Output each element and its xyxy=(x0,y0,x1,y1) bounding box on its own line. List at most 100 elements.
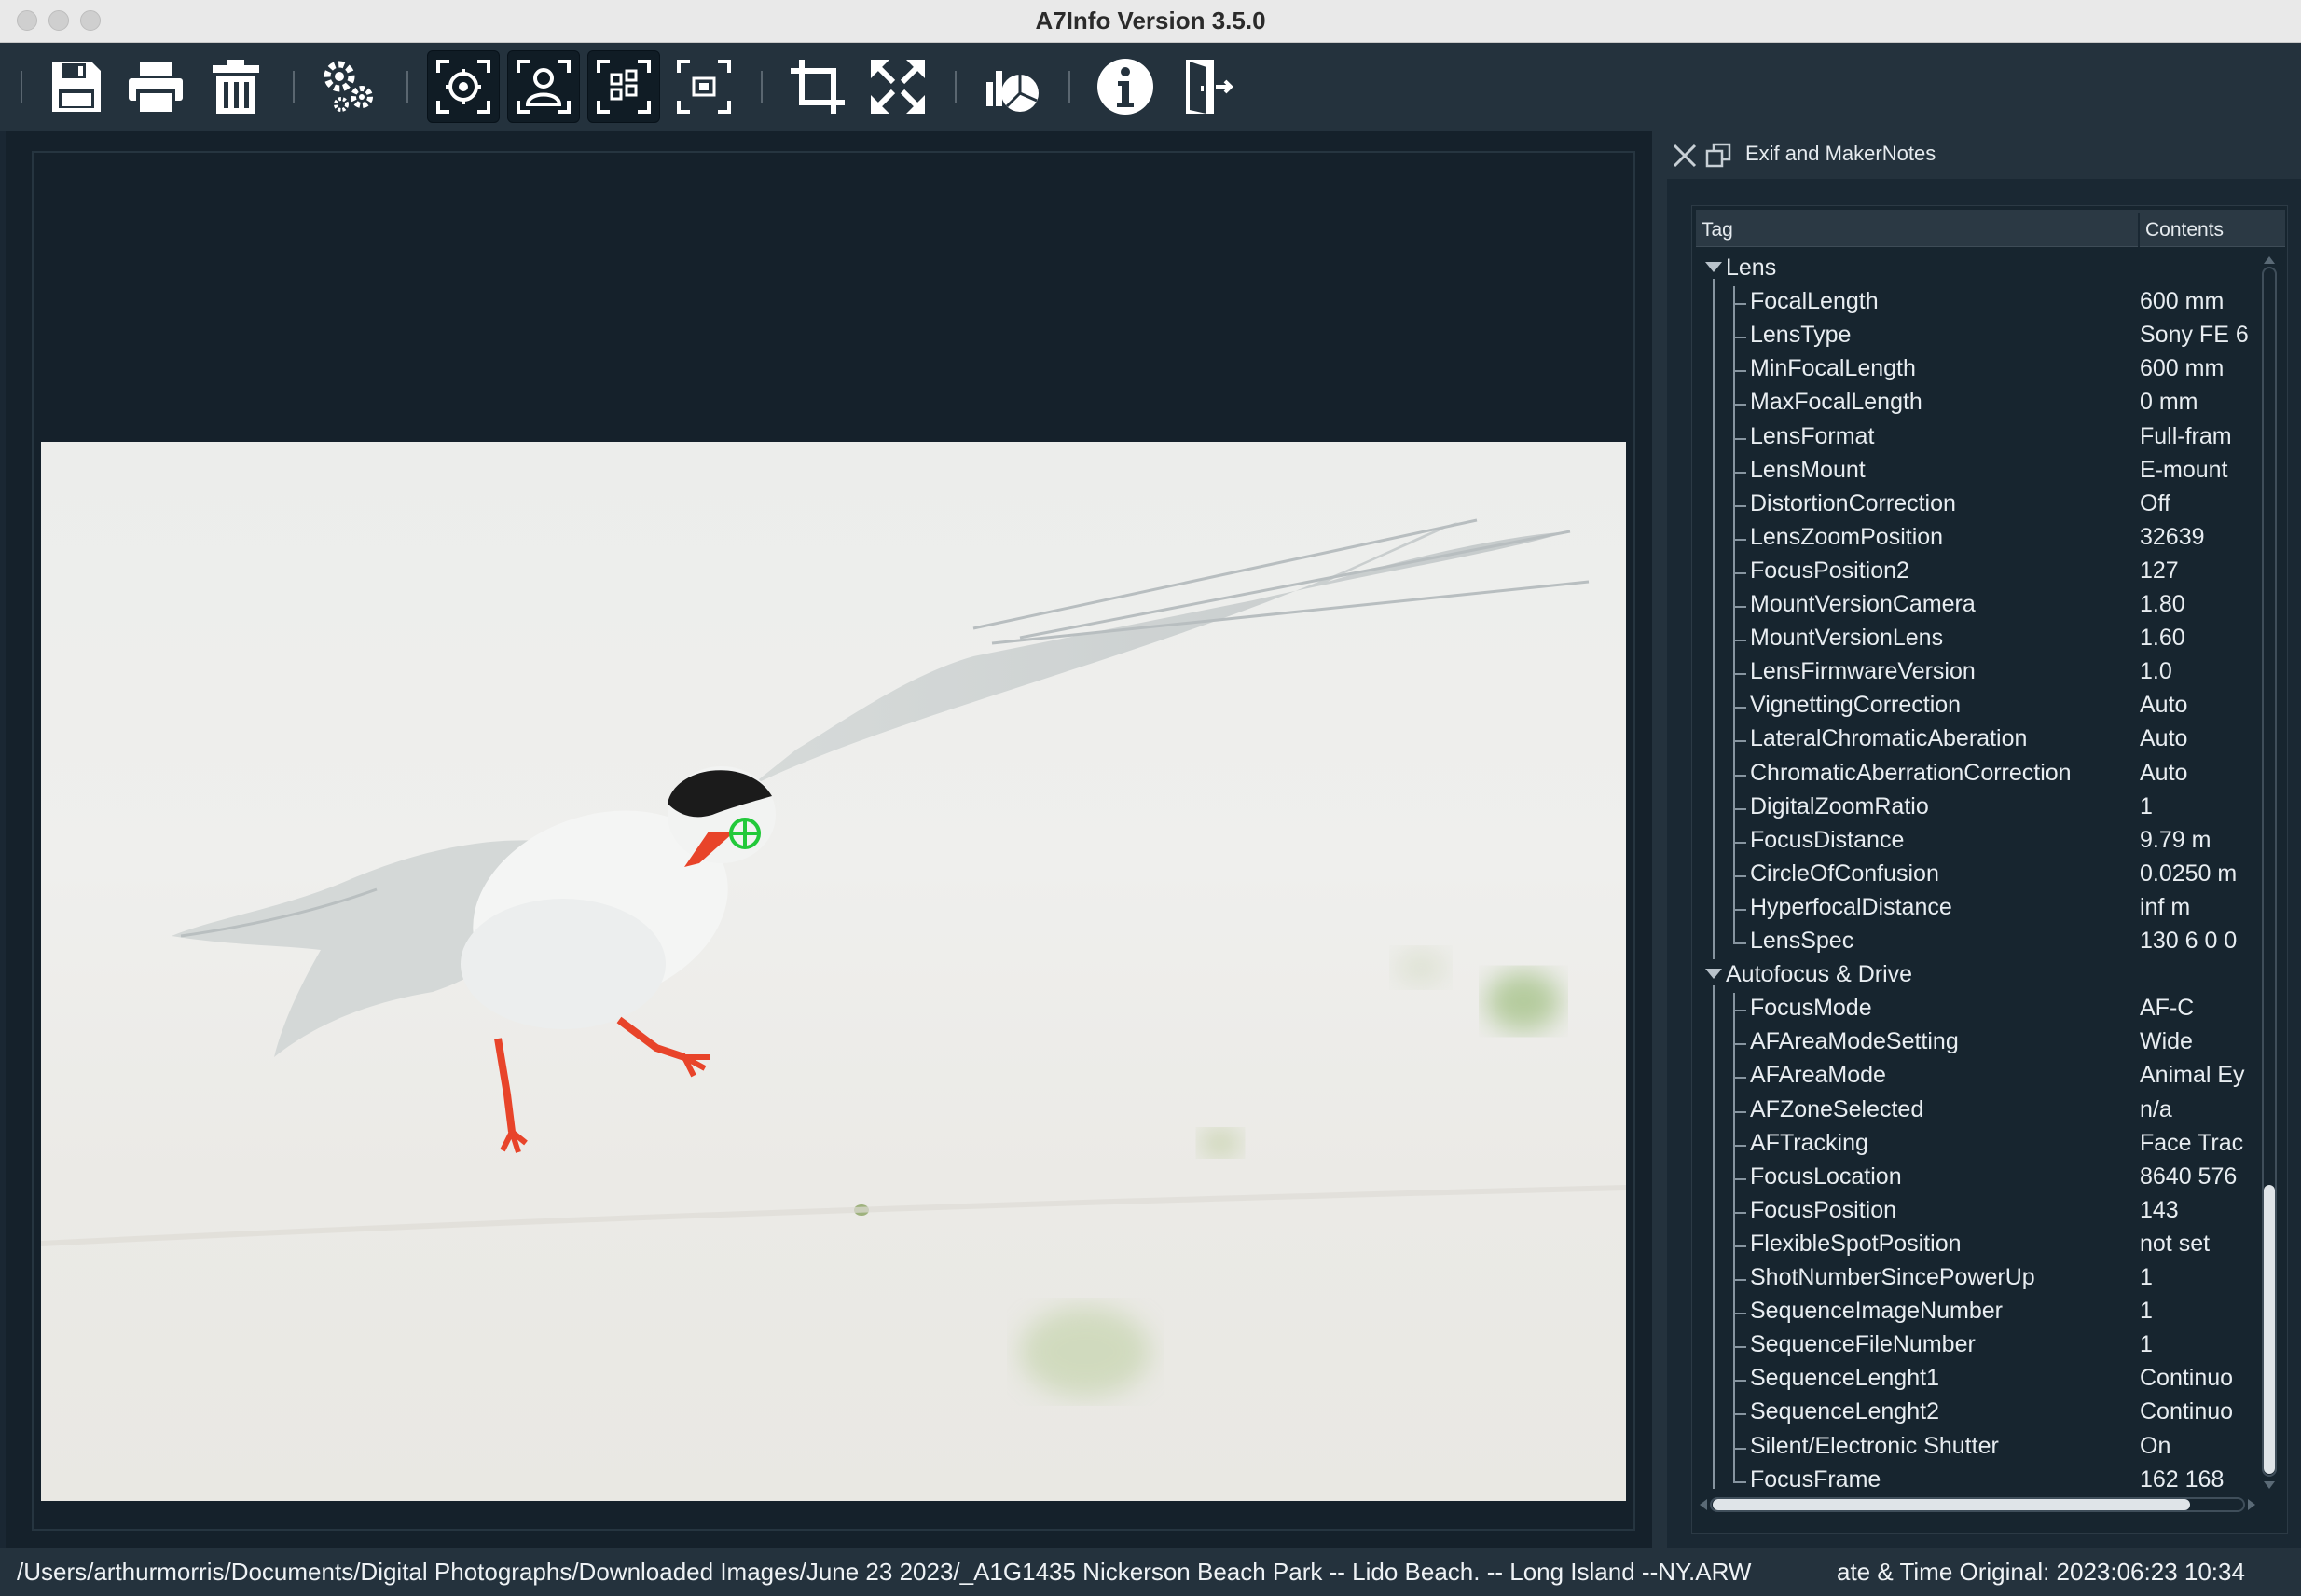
tree-row[interactable]: MinFocalLength 600 mm xyxy=(1692,353,2252,387)
face-detect-button[interactable] xyxy=(507,50,580,123)
tree-branch-line xyxy=(1733,1346,1746,1349)
tree-row[interactable]: LensType Sony FE 6 xyxy=(1692,320,2252,353)
tag-value: Auto xyxy=(2140,725,2188,752)
tree-row[interactable]: FocusPosition 143 xyxy=(1692,1195,2252,1229)
tree-row[interactable]: ChromaticAberrationCorrection Auto xyxy=(1692,758,2252,791)
af-frame-button[interactable] xyxy=(668,50,740,123)
panel-splitter[interactable] xyxy=(1652,131,1667,1548)
tag-value: n/a xyxy=(2140,1095,2172,1122)
tree-row[interactable]: FocusLocation 8640 576 xyxy=(1692,1162,2252,1195)
tree-branch-line xyxy=(1733,370,1746,373)
settings-button[interactable] xyxy=(313,50,386,123)
exit-door-icon xyxy=(1186,60,1233,114)
column-tag-header[interactable]: Tag xyxy=(1702,219,1733,241)
tree-row[interactable]: CircleOfConfusion 0.0250 m xyxy=(1692,859,2252,892)
tree-group-lens[interactable]: Lens xyxy=(1692,253,2252,286)
printer-icon xyxy=(129,62,183,116)
tree-row[interactable]: HyperfocalDistance inf m xyxy=(1692,892,2252,926)
tree-branch-line xyxy=(1733,1480,1746,1483)
tree-row[interactable]: LensSpec 130 6 0 0 xyxy=(1692,926,2252,959)
tree-branch-line xyxy=(1733,1279,1746,1281)
floppy-disk-icon xyxy=(52,62,101,112)
tag-value: Full-fram xyxy=(2140,422,2232,449)
tag-value: 1 xyxy=(2140,1264,2153,1290)
tag-name: LensMount xyxy=(1750,456,1866,483)
photo-canvas[interactable] xyxy=(41,442,1626,1501)
tag-name: FocalLength xyxy=(1750,288,1879,315)
tree-row[interactable]: AFAreaMode Animal Ey xyxy=(1692,1060,2252,1094)
column-contents-header[interactable]: Contents xyxy=(2145,219,2224,241)
tree-row[interactable]: FocalLength 600 mm xyxy=(1692,286,2252,320)
tree-branch-line xyxy=(1733,404,1746,406)
tree-row[interactable]: SequenceLenght1 Continuo xyxy=(1692,1363,2252,1396)
tree-row[interactable]: AFAreaModeSetting Wide xyxy=(1692,1026,2252,1060)
af-area-button[interactable] xyxy=(587,50,660,123)
tree-row[interactable]: DigitalZoomRatio 1 xyxy=(1692,791,2252,825)
close-icon[interactable] xyxy=(1671,142,1699,170)
column-separator[interactable] xyxy=(2138,213,2140,247)
vertical-scrollbar[interactable] xyxy=(2259,253,2280,1493)
tag-name: Silent/Electronic Shutter xyxy=(1750,1432,1999,1459)
fullscreen-button[interactable] xyxy=(861,50,934,123)
tag-value: 1 xyxy=(2140,1298,2153,1325)
tag-name: MountVersionLens xyxy=(1750,625,1944,652)
tree-branch-line xyxy=(1733,774,1746,777)
tree-row[interactable]: LensMount E-mount xyxy=(1692,455,2252,488)
tree-row[interactable]: FocusFrame 162 168 xyxy=(1692,1465,2252,1489)
tree-row[interactable]: SequenceImageNumber 1 xyxy=(1692,1296,2252,1329)
focus-point-button[interactable] xyxy=(427,50,500,123)
tree-row[interactable]: MountVersionLens 1.60 xyxy=(1692,623,2252,656)
tree-branch-line xyxy=(1733,1110,1746,1113)
face-frame-icon xyxy=(517,60,571,114)
tag-name: VignettingCorrection xyxy=(1750,692,1962,719)
expand-caret-icon[interactable] xyxy=(1705,969,1722,980)
tag-value: 9.79 m xyxy=(2140,826,2211,853)
tree-row[interactable]: FocusDistance 9.79 m xyxy=(1692,825,2252,859)
tree-row[interactable]: FocusPosition2 127 xyxy=(1692,556,2252,589)
tree-row[interactable]: AFZoneSelected n/a xyxy=(1692,1094,2252,1128)
tree-row[interactable]: Silent/Electronic Shutter On xyxy=(1692,1431,2252,1465)
tree-row[interactable]: VignettingCorrection Auto xyxy=(1692,690,2252,723)
tree-row[interactable]: ShotNumberSincePowerUp 1 xyxy=(1692,1262,2252,1296)
tree-row[interactable]: MaxFocalLength 0 mm xyxy=(1692,387,2252,420)
horizontal-scrollbar[interactable] xyxy=(1696,1494,2259,1515)
tree-branch-line xyxy=(1733,807,1746,810)
exif-tree[interactable]: Tag Contents Lens FocalLength 600 mm LensTy… xyxy=(1691,205,2288,1534)
title-bar: A7Info Version 3.5.0 xyxy=(0,0,2301,43)
tag-value: 1.60 xyxy=(2140,625,2185,652)
tree-row[interactable]: SequenceLenght2 Continuo xyxy=(1692,1396,2252,1430)
image-viewer[interactable] xyxy=(6,131,1652,1548)
gears-icon xyxy=(324,61,373,112)
panel-header: Exif and MakerNotes xyxy=(1667,131,2301,179)
tree-column-header: Tag Contents xyxy=(1696,210,2285,247)
statistics-button[interactable] xyxy=(975,50,1048,123)
tree-group-autofocus-drive[interactable]: Autofocus & Drive xyxy=(1692,959,2252,993)
tree-row[interactable]: LateralChromaticAberation Auto xyxy=(1692,723,2252,757)
print-button[interactable] xyxy=(119,50,192,123)
exit-button[interactable] xyxy=(1169,50,1242,123)
tree-guide-line xyxy=(1713,985,1715,1489)
delete-button[interactable] xyxy=(200,50,272,123)
tree-row[interactable]: DistortionCorrection Off xyxy=(1692,488,2252,522)
tree-row[interactable]: SequenceFileNumber 1 xyxy=(1692,1329,2252,1363)
expand-caret-icon[interactable] xyxy=(1705,262,1722,272)
file-path: /Users/arthurmorris/Documents/Digital Ph… xyxy=(17,1558,1752,1586)
tree-row[interactable]: MountVersionCamera 1.80 xyxy=(1692,589,2252,623)
save-button[interactable] xyxy=(39,50,112,123)
bird-photo xyxy=(41,518,1626,1396)
tree-row[interactable]: LensZoomPosition 32639 xyxy=(1692,522,2252,556)
tag-value: 130 6 0 0 xyxy=(2140,928,2238,954)
tree-branch-line xyxy=(1733,1413,1746,1416)
info-button[interactable] xyxy=(1089,50,1162,123)
tree-row[interactable]: FlexibleSpotPosition not set xyxy=(1692,1229,2252,1262)
tree-row[interactable]: LensFormat Full-fram xyxy=(1692,421,2252,455)
tree-row[interactable]: LensFirmwareVersion 1.0 xyxy=(1692,656,2252,690)
crop-button[interactable] xyxy=(781,50,854,123)
tag-value: AF-C xyxy=(2140,995,2195,1022)
tree-branch-line xyxy=(1733,606,1746,608)
tree-row[interactable]: AFTracking Face Trac xyxy=(1692,1128,2252,1162)
tag-value: Sony FE 6 xyxy=(2140,322,2249,349)
tree-row[interactable]: FocusMode AF-C xyxy=(1692,993,2252,1026)
tree-group-label: Autofocus & Drive xyxy=(1726,961,1913,988)
float-panel-icon[interactable] xyxy=(1704,142,1732,170)
